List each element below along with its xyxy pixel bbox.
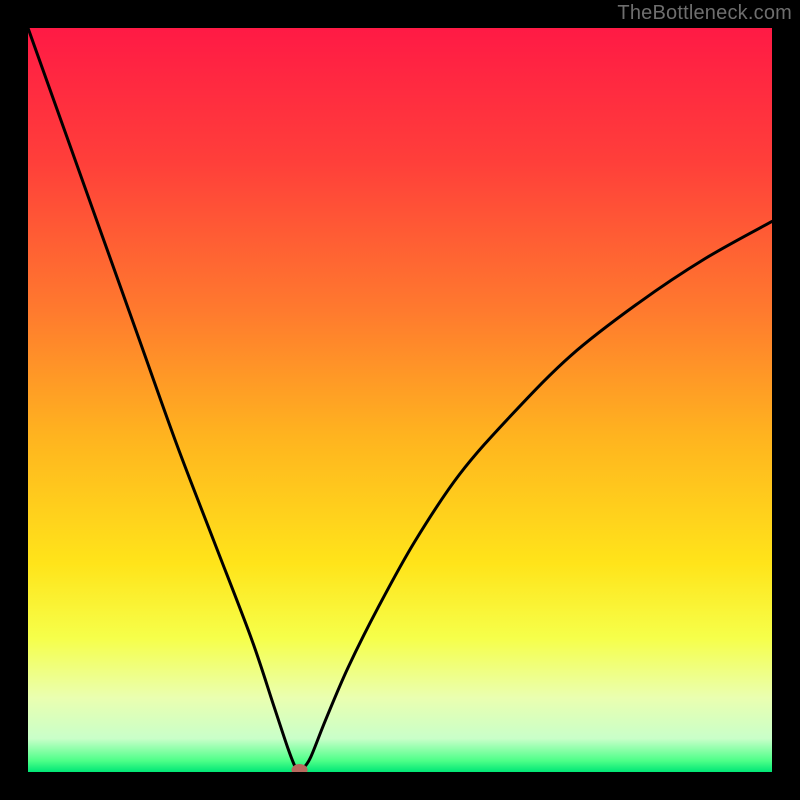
gradient-background: [28, 28, 772, 772]
outer-frame: TheBottleneck.com: [0, 0, 800, 800]
attribution-label: TheBottleneck.com: [617, 2, 792, 25]
chart-svg: [28, 28, 772, 772]
plot-area: [28, 28, 772, 772]
